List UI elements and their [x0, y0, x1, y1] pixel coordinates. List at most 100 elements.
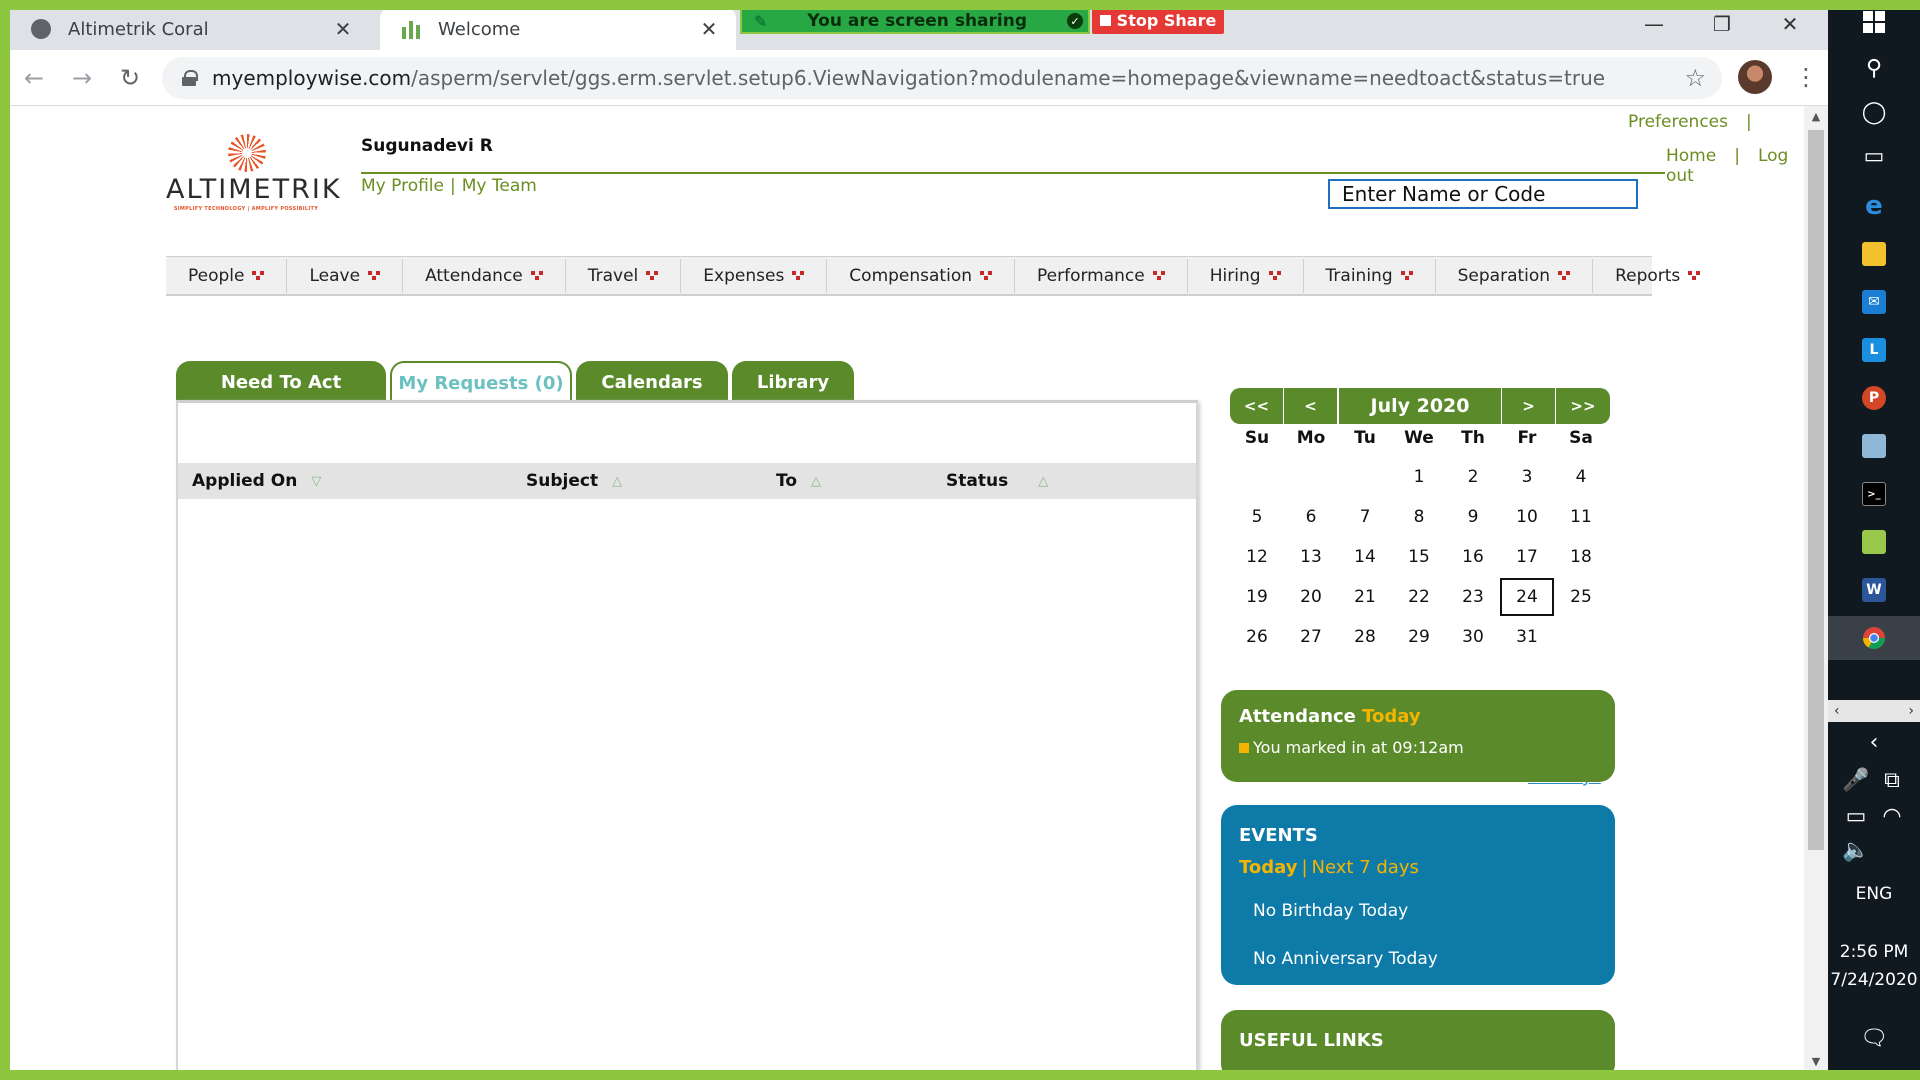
calendar-day[interactable]: 28 — [1338, 618, 1392, 656]
calendar-day[interactable]: 6 — [1284, 498, 1338, 536]
sort-asc-icon[interactable]: △ — [612, 474, 622, 489]
menu-reports[interactable]: Reports — [1593, 259, 1722, 293]
calendar-day[interactable]: 14 — [1338, 538, 1392, 576]
prev-year-button[interactable]: << — [1230, 388, 1284, 424]
browser-menu-icon[interactable]: ⋮ — [1794, 60, 1818, 94]
calendar-day[interactable]: 22 — [1392, 578, 1446, 616]
calendar-day[interactable]: 1 — [1392, 458, 1446, 496]
sort-asc-icon[interactable]: △ — [1038, 474, 1048, 489]
cortana-icon[interactable]: ◯ — [1828, 90, 1920, 134]
page-scrollbar[interactable]: ▲ ▼ — [1804, 106, 1828, 1070]
browser-tab-welcome[interactable]: Welcome ✕ — [380, 8, 736, 50]
employee-search-input[interactable] — [1328, 179, 1638, 209]
next-month-button[interactable]: > — [1502, 388, 1556, 424]
search-icon[interactable]: ⚲ — [1828, 46, 1920, 90]
events-today-link[interactable]: Today — [1239, 857, 1297, 878]
calendar-day[interactable]: 31 — [1500, 618, 1554, 656]
chrome-icon[interactable] — [1828, 616, 1920, 660]
scroll-up-icon[interactable]: ▲ — [1804, 110, 1828, 123]
browser-tab-altimetrik-coral[interactable]: Altimetrik Coral ✕ — [10, 8, 370, 50]
menu-separation[interactable]: Separation — [1436, 258, 1594, 293]
calendar-day[interactable]: 9 — [1446, 498, 1500, 536]
my-team-link[interactable]: My Team — [462, 176, 537, 196]
minimize-window-button[interactable]: — — [1620, 8, 1688, 40]
calendar-day[interactable]: 26 — [1230, 618, 1284, 656]
tab-need-to-act[interactable]: Need To Act — [176, 361, 386, 403]
word-icon[interactable]: W — [1828, 568, 1920, 612]
back-arrow-icon[interactable]: ← — [18, 62, 50, 94]
home-link[interactable]: Home — [1666, 146, 1716, 166]
scrollbar-thumb[interactable] — [1808, 130, 1824, 850]
reload-icon[interactable]: ↻ — [114, 62, 146, 94]
taskbar-scroller[interactable]: ‹ › — [1828, 700, 1920, 722]
calendar-day-today[interactable]: 24 — [1500, 578, 1554, 616]
notepad-icon[interactable] — [1828, 520, 1920, 564]
clock-time[interactable]: 2:56 PM — [1828, 942, 1920, 962]
calendar-day[interactable]: 8 — [1392, 498, 1446, 536]
my-profile-link[interactable]: My Profile — [361, 176, 444, 196]
calendar-day[interactable]: 4 — [1554, 458, 1608, 496]
calendar-day[interactable]: 11 — [1554, 498, 1608, 536]
edge-icon[interactable]: e — [1828, 184, 1920, 228]
tab-library[interactable]: Library — [732, 361, 854, 403]
volume-icon[interactable]: 🔈 — [1810, 828, 1902, 872]
profile-avatar[interactable] — [1738, 60, 1772, 94]
calendar-day[interactable]: 7 — [1338, 498, 1392, 536]
column-applied-on[interactable]: Applied On ▽ — [192, 471, 321, 491]
lync-icon[interactable]: L — [1828, 328, 1920, 372]
prev-month-button[interactable]: < — [1284, 388, 1338, 424]
calendar-day[interactable]: 3 — [1500, 458, 1554, 496]
menu-compensation[interactable]: Compensation — [827, 258, 1015, 293]
calendar-day[interactable]: 12 — [1230, 538, 1284, 576]
calendar-day[interactable]: 30 — [1446, 618, 1500, 656]
calendar-day[interactable]: 19 — [1230, 578, 1284, 616]
bookmark-star-icon[interactable]: ☆ — [1684, 64, 1706, 92]
task-view-icon[interactable]: ▭ — [1828, 134, 1920, 178]
notifications-icon[interactable]: 🗨 — [1828, 1016, 1920, 1060]
calendar-day[interactable]: 29 — [1392, 618, 1446, 656]
notes-app-icon[interactable] — [1828, 424, 1920, 468]
menu-hiring[interactable]: Hiring — [1188, 258, 1304, 293]
scroll-down-icon[interactable]: ▼ — [1804, 1055, 1828, 1068]
calendar-day[interactable]: 18 — [1554, 538, 1608, 576]
tab-my-requests[interactable]: My Requests (0) — [390, 361, 572, 403]
address-bar[interactable]: myemploywise.com/asperm/servlet/ggs.erm.… — [162, 57, 1722, 99]
sort-asc-icon[interactable]: △ — [811, 474, 821, 489]
clock-date[interactable]: 7/24/2020 — [1828, 970, 1920, 990]
scroll-left-icon[interactable]: ‹ — [1834, 703, 1840, 719]
close-tab-icon[interactable]: ✕ — [328, 17, 358, 41]
restore-window-button[interactable]: ❐ — [1688, 8, 1756, 40]
column-subject[interactable]: Subject △ — [526, 471, 622, 491]
stop-share-button[interactable]: Stop Share — [1092, 6, 1224, 34]
calendar-day[interactable]: 15 — [1392, 538, 1446, 576]
powerpoint-icon[interactable]: P — [1828, 376, 1920, 420]
calendar-day[interactable]: 13 — [1284, 538, 1338, 576]
menu-travel[interactable]: Travel — [566, 258, 682, 293]
scroll-right-icon[interactable]: › — [1908, 703, 1914, 719]
menu-training[interactable]: Training — [1304, 258, 1436, 293]
tab-calendars[interactable]: Calendars — [576, 361, 728, 403]
calendar-day[interactable]: 27 — [1284, 618, 1338, 656]
mail-icon[interactable]: ✉ — [1828, 280, 1920, 324]
language-indicator[interactable]: ENG — [1828, 884, 1920, 904]
calendar-day[interactable]: 10 — [1500, 498, 1554, 536]
events-next-7-days-link[interactable]: Next 7 days — [1312, 857, 1419, 878]
next-year-button[interactable]: >> — [1556, 388, 1610, 424]
file-explorer-icon[interactable] — [1828, 232, 1920, 276]
menu-attendance[interactable]: Attendance — [403, 258, 566, 293]
menu-leave[interactable]: Leave — [287, 258, 404, 293]
column-to[interactable]: To △ — [776, 471, 821, 491]
calendar-day[interactable]: 23 — [1446, 578, 1500, 616]
close-window-button[interactable]: ✕ — [1756, 8, 1824, 40]
calendar-day[interactable]: 2 — [1446, 458, 1500, 496]
close-tab-icon[interactable]: ✕ — [694, 17, 724, 41]
windows-start-icon[interactable] — [1828, 0, 1920, 44]
column-status[interactable]: Status △ — [946, 471, 1048, 491]
altimetrik-logo[interactable]: ALTIMETRIK SIMPLIFY TECHNOLOGY | AMPLIFY… — [166, 134, 340, 214]
calendar-day[interactable]: 17 — [1500, 538, 1554, 576]
calendar-day[interactable]: 25 — [1554, 578, 1608, 616]
sort-desc-icon[interactable]: ▽ — [311, 474, 321, 489]
menu-performance[interactable]: Performance — [1015, 258, 1188, 293]
calendar-day[interactable]: 21 — [1338, 578, 1392, 616]
menu-people[interactable]: People — [166, 258, 288, 293]
